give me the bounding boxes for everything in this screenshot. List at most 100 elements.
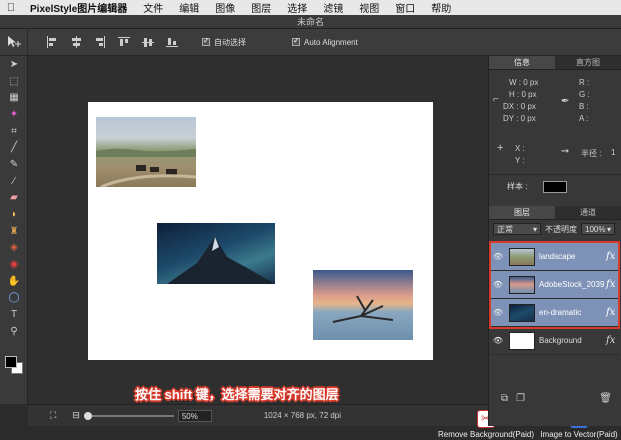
layer-tabs: 图层 通道 xyxy=(489,206,621,220)
info-r: R : xyxy=(579,78,590,87)
blend-mode-select[interactable]: 正常 ▾ xyxy=(493,223,541,235)
info-b: B : xyxy=(579,102,589,111)
radius-icon: ➙ xyxy=(561,146,570,157)
info-w: W : 0 px xyxy=(509,78,539,87)
menu-window[interactable]: 窗口 xyxy=(387,0,423,15)
chevron-down-icon: ▾ xyxy=(606,225,611,234)
menu-view[interactable]: 视图 xyxy=(351,0,387,15)
eraser-tool-icon[interactable]: ▰ xyxy=(0,190,28,207)
info-g: G : xyxy=(579,90,590,99)
pencil-tool-icon[interactable]: ✎ xyxy=(0,156,28,173)
zoom-out-icon[interactable]: ⊟ xyxy=(72,410,80,421)
window-title: 未命名 xyxy=(0,15,621,29)
duplicate-layer-icon[interactable]: ❐ xyxy=(516,393,525,404)
visibility-eye-icon[interactable]: 👁 xyxy=(491,336,505,345)
info-tabs: 信息 直方图 xyxy=(489,56,621,70)
layer-thumbnail xyxy=(509,331,535,350)
chevron-down-icon: ▾ xyxy=(532,225,537,234)
selected-layers-highlight xyxy=(489,241,620,329)
layer-row[interactable]: 👁 Background fx xyxy=(491,327,620,355)
radius-label: 半径 : xyxy=(581,149,602,158)
opacity-label: 不透明度 xyxy=(545,224,577,234)
red-eye-tool-icon[interactable]: ◉ xyxy=(0,256,28,273)
bucket-tool-icon[interactable]: ◈ xyxy=(0,240,28,257)
cattle-scene-graphic xyxy=(96,148,197,189)
tutorial-caption: 按住 shift 键，选择需要对齐的图层 xyxy=(135,387,339,402)
menu-edit[interactable]: 编辑 xyxy=(171,0,207,15)
tab-channels[interactable]: 通道 xyxy=(555,206,621,219)
menu-help[interactable]: 帮助 xyxy=(423,0,459,15)
aurora-mountain-image[interactable] xyxy=(157,223,275,284)
align-vcenter-icon[interactable] xyxy=(142,36,154,48)
apple-menu-icon[interactable]:  xyxy=(0,2,22,14)
hand-tool-icon[interactable]: ✋ xyxy=(0,273,28,290)
zoom-slider-knob[interactable] xyxy=(83,411,92,420)
info-x: X : xyxy=(515,144,525,153)
auto-alignment-checkbox[interactable]: Auto Alignment xyxy=(292,36,358,47)
zoom-slider[interactable] xyxy=(83,411,174,420)
auto-select-checkbox[interactable]: 自动选择 xyxy=(202,36,246,48)
shape-tool-icon[interactable]: ◯ xyxy=(0,290,28,307)
checkbox-icon xyxy=(292,36,300,46)
workspace xyxy=(28,56,488,404)
fit-screen-icon[interactable]: ⛶ xyxy=(50,410,56,421)
tab-histogram[interactable]: 直方图 xyxy=(555,56,621,69)
menu-image[interactable]: 图像 xyxy=(207,0,243,15)
smudge-tool-icon[interactable]: ◗ xyxy=(0,206,28,223)
status-bar: ⛶ ⊟ 50% 1024 × 768 px, 72 dpi xyxy=(28,404,488,426)
opacity-input[interactable]: 100% ▾ xyxy=(581,223,615,235)
radius-value: 1 xyxy=(611,148,616,157)
menu-layer[interactable]: 图层 xyxy=(243,0,279,15)
toolbox: ➤ ⬚ ▦ ✦ ⌗ ╱ ✎ ⁄ ▰ ◗ ♜ ◈ ◉ ✋ ◯ T ⚲ xyxy=(0,56,28,404)
options-bar: 自动选择 Auto Alignment xyxy=(0,28,621,56)
align-right-icon[interactable] xyxy=(94,36,106,48)
layer-footer: ⧉ ❐ 🗑 xyxy=(489,390,621,406)
menu-app-name[interactable]: PixelStyle图片编辑器 xyxy=(22,0,135,15)
align-hcenter-icon[interactable] xyxy=(70,36,82,48)
fx-icon[interactable]: fx xyxy=(606,335,620,346)
trash-icon[interactable]: 🗑 xyxy=(599,393,612,404)
tab-info[interactable]: 信息 xyxy=(489,56,555,69)
move-tool-icon[interactable] xyxy=(0,28,28,56)
brush-tool-icon[interactable]: ╱ xyxy=(0,139,28,156)
size-icon: ⌐ xyxy=(493,94,499,105)
new-group-icon[interactable]: ⧉ xyxy=(501,393,508,404)
zoom-input[interactable]: 50% xyxy=(177,409,212,422)
foreground-color[interactable] xyxy=(5,356,17,368)
checkbox-icon xyxy=(202,36,210,46)
align-left-icon[interactable] xyxy=(46,36,58,48)
sample-label: 样本 : xyxy=(507,182,528,191)
align-bottom-icon[interactable] xyxy=(166,36,178,48)
sunset-tree-image[interactable] xyxy=(313,270,413,340)
menu-select[interactable]: 选择 xyxy=(279,0,315,15)
info-h: H : 0 px xyxy=(509,90,537,99)
info-dy: DY : 0 px xyxy=(503,114,536,123)
crop-tool-icon[interactable]: ⌗ xyxy=(0,123,28,140)
align-top-icon[interactable] xyxy=(118,36,130,48)
crosshair-icon: + xyxy=(497,142,504,154)
menu-file[interactable]: 文件 xyxy=(135,0,171,15)
sample-row: 样本 : xyxy=(489,174,621,198)
info-y: Y : xyxy=(515,156,525,165)
color-swatches[interactable] xyxy=(5,356,23,374)
menu-bar:  PixelStyle图片编辑器 文件 编辑 图像 图层 选择 滤镜 视图 窗… xyxy=(0,0,621,15)
sample-color-box[interactable] xyxy=(543,180,568,193)
mountain-graphic xyxy=(167,237,275,284)
eyedropper-icon[interactable]: ⁄ xyxy=(0,173,28,190)
eyedropper-icon: ✒ xyxy=(561,96,570,107)
canvas[interactable] xyxy=(88,102,433,360)
move-tool-icon[interactable]: ➤ xyxy=(0,56,28,73)
transform-tool-icon[interactable]: ⬚ xyxy=(0,73,28,90)
tab-layers[interactable]: 图层 xyxy=(489,206,555,219)
info-panel: W : 0 px H : 0 px DX : 0 px DY : 0 px ⌐ … xyxy=(489,70,621,174)
text-tool-icon[interactable]: T xyxy=(0,306,28,323)
info-a: A : xyxy=(579,114,589,123)
magic-wand-icon[interactable]: ✦ xyxy=(0,106,28,123)
menu-filter[interactable]: 滤镜 xyxy=(315,0,351,15)
stamp-tool-icon[interactable]: ♜ xyxy=(0,223,28,240)
document-info: 1024 × 768 px, 72 dpi xyxy=(263,411,342,420)
marquee-tool-icon[interactable]: ▦ xyxy=(0,89,28,106)
landscape-image[interactable] xyxy=(96,117,197,189)
zoom-tool-icon[interactable]: ⚲ xyxy=(0,323,28,340)
info-dx: DX : 0 px xyxy=(503,102,536,111)
